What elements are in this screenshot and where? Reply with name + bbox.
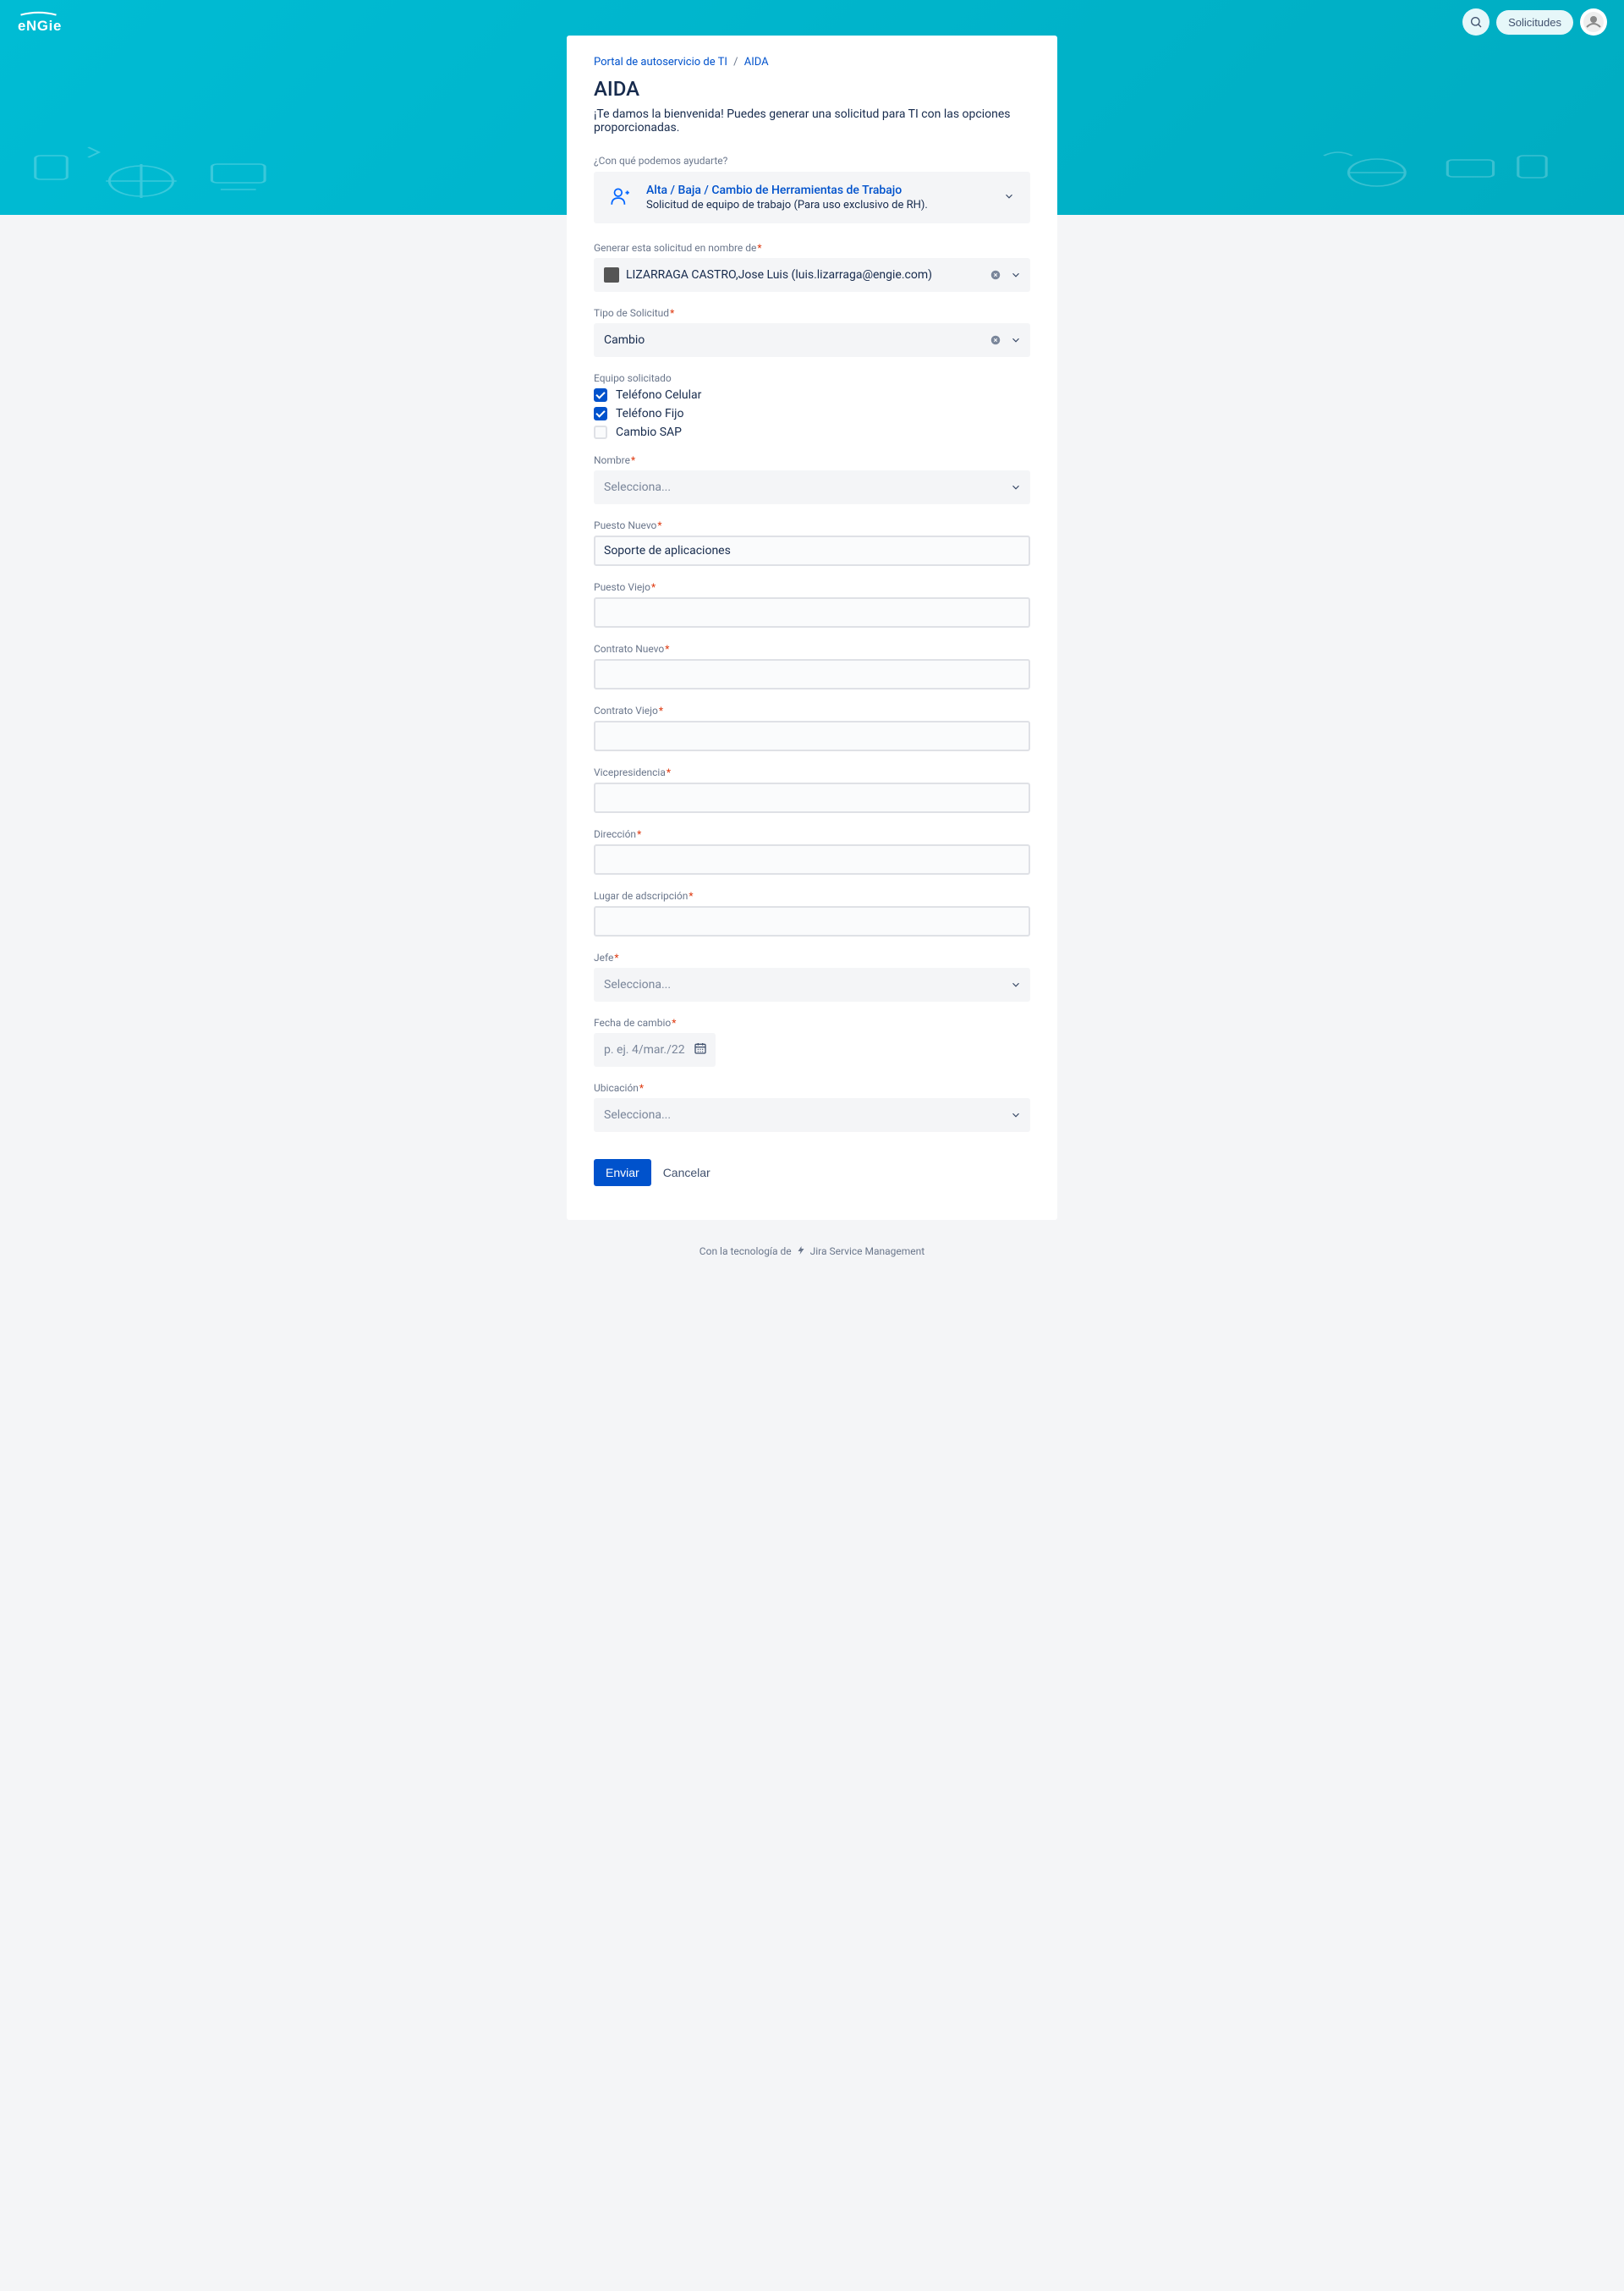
person-icon (609, 185, 631, 211)
direccion-input[interactable] (594, 844, 1030, 875)
svg-text:eNGie: eNGie (18, 18, 62, 34)
jefe-select[interactable]: Selecciona... (594, 968, 1030, 1002)
fecha-input[interactable]: p. ej. 4/mar./22 (594, 1033, 716, 1067)
puesto-viejo-input[interactable] (594, 597, 1030, 628)
clear-icon[interactable] (990, 269, 1001, 281)
chevron-down-icon (1005, 1109, 1022, 1121)
form-card: Portal de autoservicio de TI / AIDA AIDA… (567, 36, 1057, 1220)
tipo-solicitud-label: Tipo de Solicitud* (594, 307, 1030, 319)
search-icon (1469, 15, 1483, 29)
search-button[interactable] (1462, 8, 1490, 36)
nombre-label: Nombre* (594, 454, 1030, 466)
chevron-down-icon (1005, 334, 1022, 346)
avatar-icon (1583, 12, 1604, 32)
welcome-text: ¡Te damos la bienvenida! Puedes generar … (594, 107, 1030, 135)
breadcrumb-separator: / (733, 56, 738, 69)
footer: Con la tecnología de Jira Service Manage… (0, 1220, 1624, 1275)
chevron-down-icon (1005, 481, 1022, 493)
lugar-input[interactable] (594, 906, 1030, 937)
contrato-nuevo-label: Contrato Nuevo* (594, 643, 1030, 655)
checkbox-cambio-sap[interactable] (594, 426, 607, 439)
chevron-down-icon (1005, 979, 1022, 991)
on-behalf-select[interactable]: LIZARRAGA CASTRO,Jose Luis (luis.lizarra… (594, 258, 1030, 292)
jefe-placeholder: Selecciona... (604, 978, 671, 992)
breadcrumb: Portal de autoservicio de TI / AIDA (594, 56, 1030, 69)
submit-button[interactable]: Enviar (594, 1159, 651, 1186)
jefe-label: Jefe* (594, 952, 1030, 964)
ubicacion-placeholder: Selecciona... (604, 1108, 671, 1122)
nombre-placeholder: Selecciona... (604, 481, 671, 494)
breadcrumb-current-link[interactable]: AIDA (744, 56, 769, 69)
vicepresidencia-input[interactable] (594, 783, 1030, 813)
calendar-icon (694, 1041, 707, 1058)
checkbox-telefono-fijo[interactable] (594, 407, 607, 420)
lugar-label: Lugar de adscripción* (594, 890, 1030, 902)
profile-avatar[interactable] (1580, 8, 1607, 36)
user-avatar-tiny (604, 267, 619, 283)
contrato-nuevo-input[interactable] (594, 659, 1030, 689)
request-type-desc: Solicitud de equipo de trabajo (Para uso… (646, 199, 988, 212)
on-behalf-label: Generar esta solicitud en nombre de* (594, 242, 1030, 254)
ubicacion-label: Ubicación* (594, 1082, 1030, 1094)
direccion-label: Dirección* (594, 828, 1030, 840)
fecha-label: Fecha de cambio* (594, 1017, 1030, 1029)
puesto-nuevo-label: Puesto Nuevo* (594, 519, 1030, 531)
checkbox-label: Teléfono Fijo (616, 407, 683, 420)
on-behalf-value: LIZARRAGA CASTRO,Jose Luis (luis.lizarra… (626, 268, 932, 282)
nombre-select[interactable]: Selecciona... (594, 470, 1030, 504)
help-prompt-label: ¿Con qué podemos ayudarte? (594, 155, 1030, 167)
chevron-down-icon (1003, 190, 1015, 206)
contrato-viejo-label: Contrato Viejo* (594, 705, 1030, 717)
equipo-label: Equipo solicitado (594, 372, 1030, 384)
checkbox-label: Teléfono Celular (616, 388, 701, 402)
tipo-solicitud-value: Cambio (604, 333, 645, 347)
fecha-placeholder: p. ej. 4/mar./22 (604, 1043, 685, 1057)
checkbox-label: Cambio SAP (616, 426, 682, 439)
requests-button[interactable]: Solicitudes (1496, 10, 1573, 35)
contrato-viejo-input[interactable] (594, 721, 1030, 751)
checkbox-telefono-celular[interactable] (594, 388, 607, 402)
cancel-button[interactable]: Cancelar (663, 1166, 710, 1179)
puesto-nuevo-input[interactable] (594, 536, 1030, 566)
tipo-solicitud-select[interactable]: Cambio (594, 323, 1030, 357)
clear-icon[interactable] (990, 334, 1001, 346)
chevron-down-icon (1005, 269, 1022, 281)
vicepresidencia-label: Vicepresidencia* (594, 766, 1030, 778)
request-type-title: Alta / Baja / Cambio de Herramientas de … (646, 184, 988, 197)
jira-bolt-icon (796, 1245, 806, 1258)
request-type-selector[interactable]: Alta / Baja / Cambio de Herramientas de … (594, 172, 1030, 223)
page-title: AIDA (594, 77, 1030, 101)
puesto-viejo-label: Puesto Viejo* (594, 581, 1030, 593)
ubicacion-select[interactable]: Selecciona... (594, 1098, 1030, 1132)
engie-logo[interactable]: eNGie (17, 10, 102, 34)
breadcrumb-root-link[interactable]: Portal de autoservicio de TI (594, 56, 727, 69)
